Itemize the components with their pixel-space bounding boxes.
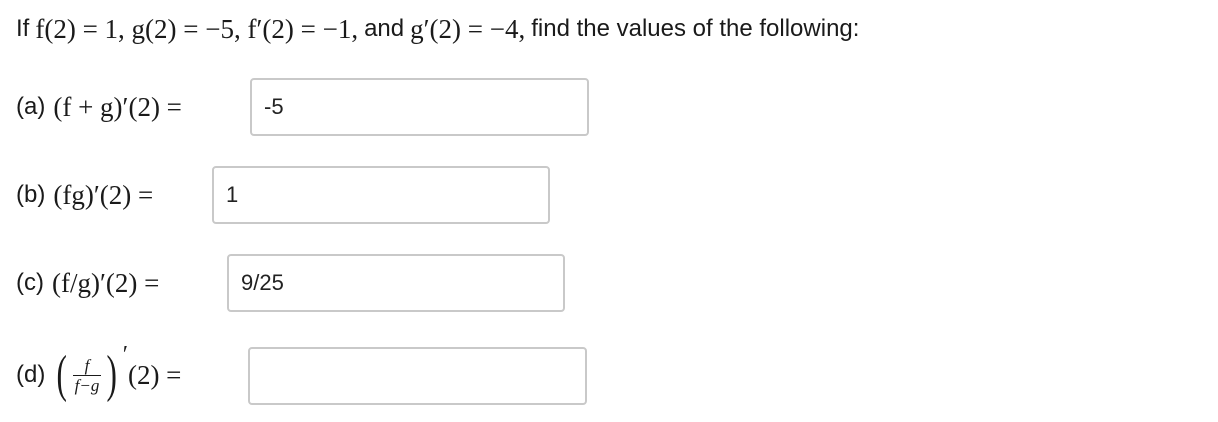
question-suffix: find the values of the following: [531,15,860,42]
question-given-values: f(2) = 1, g(2) = −5, f′(2) = −1, [35,13,359,44]
part-b-answer-input[interactable] [212,166,550,224]
part-b-row: (b) (fg)′(2) = [16,165,153,225]
part-d-expression: ( f f−g ) ′ (2) = [53,342,182,403]
part-d-expression-tail: (2) = [127,359,182,390]
question-and-word: and [364,15,405,42]
part-a-answer-input[interactable] [250,78,589,136]
left-paren: ( [56,346,68,403]
fraction-numerator: f [84,355,90,375]
part-c-answer-input[interactable] [227,254,565,312]
part-d-label: (d) [16,361,46,388]
part-a-row: (a) (f + g)′(2) = [16,77,182,137]
part-b-expression: (fg)′(2) = [53,179,154,210]
question-prefix: If [16,15,30,42]
prime-mark: ′ [122,341,128,368]
part-c-expression: (f/g)′(2) = [51,267,160,298]
part-b-label: (b) [16,181,46,208]
part-a-expression: (f + g)′(2) = [53,91,182,122]
question-given-values-2: g′(2) = −4, [410,13,526,44]
part-d-answer-input[interactable] [248,347,587,405]
problem-page: If f(2) = 1, g(2) = −5, f′(2) = −1, and … [0,0,1218,422]
part-d-fraction: f f−g [72,355,102,395]
right-paren: ) [106,346,118,403]
part-a-label: (a) [16,93,46,120]
fraction-denominator: f−g [72,374,102,395]
part-c-row: (c) (f/g)′(2) = [16,253,159,313]
part-c-label: (c) [16,269,44,296]
part-d-row: (d) ( f f−g ) ′ (2) = [16,342,181,408]
question-text: If f(2) = 1, g(2) = −5, f′(2) = −1, and … [16,6,859,52]
